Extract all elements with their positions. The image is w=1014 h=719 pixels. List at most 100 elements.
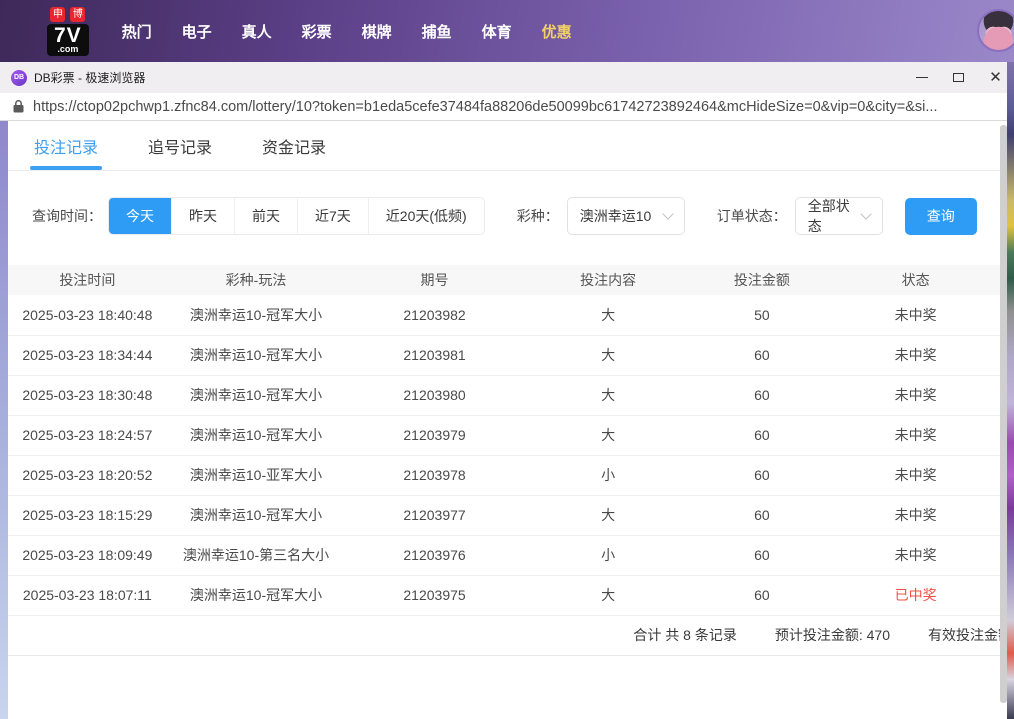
search-button[interactable]: 查询 (905, 198, 977, 235)
site-logo[interactable]: 申 博 7V .com (47, 7, 89, 56)
window-controls: ✕ (903, 62, 1014, 93)
page-background-strip (0, 121, 8, 719)
table-row: 2025-03-23 18:24:57 澳洲幸运10-冠军大小 21203979… (8, 415, 1000, 455)
bet-content: 大 (524, 495, 693, 535)
bet-status: 未中奖 (831, 495, 1000, 535)
bet-content: 大 (524, 415, 693, 455)
bet-content: 小 (524, 535, 693, 575)
bet-game: 澳洲幸运10-第三名大小 (167, 535, 346, 575)
table-row: 2025-03-23 18:20:52 澳洲幸运10-亚军大小 21203978… (8, 455, 1000, 495)
bet-amount: 50 (692, 295, 831, 335)
logo-box: 7V .com (47, 24, 89, 56)
minimize-button[interactable] (903, 62, 940, 93)
nav-item[interactable]: 棋牌 (347, 21, 407, 42)
minimize-icon (916, 77, 928, 78)
address-bar[interactable]: https://ctop02pchwp1.zfnc84.com/lottery/… (0, 93, 1014, 121)
site-header: 申 博 7V .com 热门 电子 真人 彩票 棋牌 捕鱼 体育 优惠 (0, 0, 1014, 62)
window-title: DB彩票 - 极速浏览器 (34, 69, 145, 86)
bet-amount: 60 (692, 375, 831, 415)
logo-badge-shen: 申 (50, 7, 65, 22)
bet-issue: 21203977 (345, 495, 524, 535)
column-header: 状态 (831, 265, 1000, 295)
summary-expected-amount: 预计投注金额: 470 (775, 625, 890, 645)
bet-issue: 21203979 (345, 415, 524, 455)
bet-amount: 60 (692, 415, 831, 455)
nav-item[interactable]: 热门 (107, 21, 167, 42)
table-row: 2025-03-23 18:15:29 澳洲幸运10-冠军大小 21203977… (8, 495, 1000, 535)
bet-game: 澳洲幸运10-冠军大小 (167, 415, 346, 455)
time-filter-label: 查询时间： (32, 206, 102, 226)
bet-content: 大 (524, 295, 693, 335)
summary-row: 合计 共 8 条记录 预计投注金额: 470 有效投注金额 (8, 616, 1000, 656)
status-filter-label: 订单状态： (717, 206, 787, 226)
bet-issue: 21203976 (345, 535, 524, 575)
user-avatar[interactable] (977, 9, 1014, 52)
background-window-sliver (1007, 62, 1014, 719)
maximize-icon (953, 73, 964, 82)
bet-time: 2025-03-23 18:09:49 (8, 535, 167, 575)
logo-main-text: 7V (54, 25, 82, 46)
lottery-select-value: 澳洲幸运10 (580, 206, 652, 226)
nav-item[interactable]: 彩票 (287, 21, 347, 42)
bet-issue: 21203980 (345, 375, 524, 415)
bet-amount: 60 (692, 335, 831, 375)
order-status-select[interactable]: 全部状态 (795, 197, 883, 235)
bet-content: 小 (524, 455, 693, 495)
bet-game: 澳洲幸运10-冠军大小 (167, 575, 346, 615)
summary-valid-amount: 有效投注金额 (928, 625, 1000, 645)
records-tab[interactable]: 追号记录 (148, 121, 212, 170)
bet-content: 大 (524, 575, 693, 615)
bet-game: 澳洲幸运10-冠军大小 (167, 295, 346, 335)
table-row: 2025-03-23 18:40:48 澳洲幸运10-冠军大小 21203982… (8, 295, 1000, 335)
nav-item[interactable]: 体育 (467, 21, 527, 42)
records-panel: 投注记录 追号记录 资金记录 查询时间： 今天 昨天 前天 近7天 近20天(低… (8, 121, 1000, 719)
lottery-filter-label: 彩种： (517, 206, 559, 226)
bet-amount: 60 (692, 575, 831, 615)
bet-status: 未中奖 (831, 535, 1000, 575)
bet-issue: 21203981 (345, 335, 524, 375)
table-header: 投注时间 彩种-玩法 期号 投注内容 投注金额 状态 (8, 265, 1000, 295)
bet-issue: 21203978 (345, 455, 524, 495)
bet-time: 2025-03-23 18:20:52 (8, 455, 167, 495)
column-header: 投注时间 (8, 265, 167, 295)
bet-issue: 21203975 (345, 575, 524, 615)
browser-app-icon: DB (11, 70, 27, 86)
filter-row: 查询时间： 今天 昨天 前天 近7天 近20天(低频) 彩种： 澳洲幸运10 (8, 197, 1000, 235)
column-header: 期号 (345, 265, 524, 295)
time-filter-option[interactable]: 今天 (109, 198, 171, 234)
column-header: 彩种-玩法 (167, 265, 346, 295)
bet-status: 未中奖 (831, 335, 1000, 375)
records-tabs: 投注记录 追号记录 资金记录 (8, 121, 1000, 171)
summary-count: 合计 共 8 条记录 (633, 625, 736, 645)
bet-time: 2025-03-23 18:30:48 (8, 375, 167, 415)
nav-item[interactable]: 捕鱼 (407, 21, 467, 42)
chevron-down-icon (662, 208, 673, 219)
vertical-scrollbar[interactable] (1000, 125, 1007, 703)
maximize-button[interactable] (940, 62, 977, 93)
time-filter-option[interactable]: 昨天 (171, 198, 234, 234)
browser-titlebar: DB DB彩票 - 极速浏览器 ✕ (0, 62, 1014, 93)
table-row: 2025-03-23 18:34:44 澳洲幸运10-冠军大小 21203981… (8, 335, 1000, 375)
bet-game: 澳洲幸运10-冠军大小 (167, 495, 346, 535)
time-filter-option[interactable]: 近7天 (297, 198, 368, 234)
lottery-select[interactable]: 澳洲幸运10 (567, 197, 685, 235)
time-filter-option[interactable]: 近20天(低频) (368, 198, 484, 234)
bet-issue: 21203982 (345, 295, 524, 335)
nav-item[interactable]: 电子 (167, 21, 227, 42)
column-header: 投注内容 (524, 265, 693, 295)
column-header: 投注金额 (692, 265, 831, 295)
page-area: 投注记录 追号记录 资金记录 查询时间： 今天 昨天 前天 近7天 近20天(低… (0, 121, 1014, 719)
close-icon: ✕ (989, 70, 1002, 85)
bet-time: 2025-03-23 18:40:48 (8, 295, 167, 335)
bet-status: 未中奖 (831, 415, 1000, 455)
table-row: 2025-03-23 18:07:11 澳洲幸运10-冠军大小 21203975… (8, 575, 1000, 615)
time-filter-option[interactable]: 前天 (234, 198, 297, 234)
records-tab[interactable]: 资金记录 (262, 121, 326, 170)
nav-item[interactable]: 真人 (227, 21, 287, 42)
bet-records-table: 投注时间 彩种-玩法 期号 投注内容 投注金额 状态 2025-03-23 18… (8, 265, 1000, 616)
logo-sub-text: .com (54, 45, 82, 54)
bet-status: 未中奖 (831, 375, 1000, 415)
nav-item[interactable]: 优惠 (527, 21, 587, 42)
logo-badge-bo: 博 (70, 7, 85, 22)
records-tab[interactable]: 投注记录 (34, 121, 98, 170)
